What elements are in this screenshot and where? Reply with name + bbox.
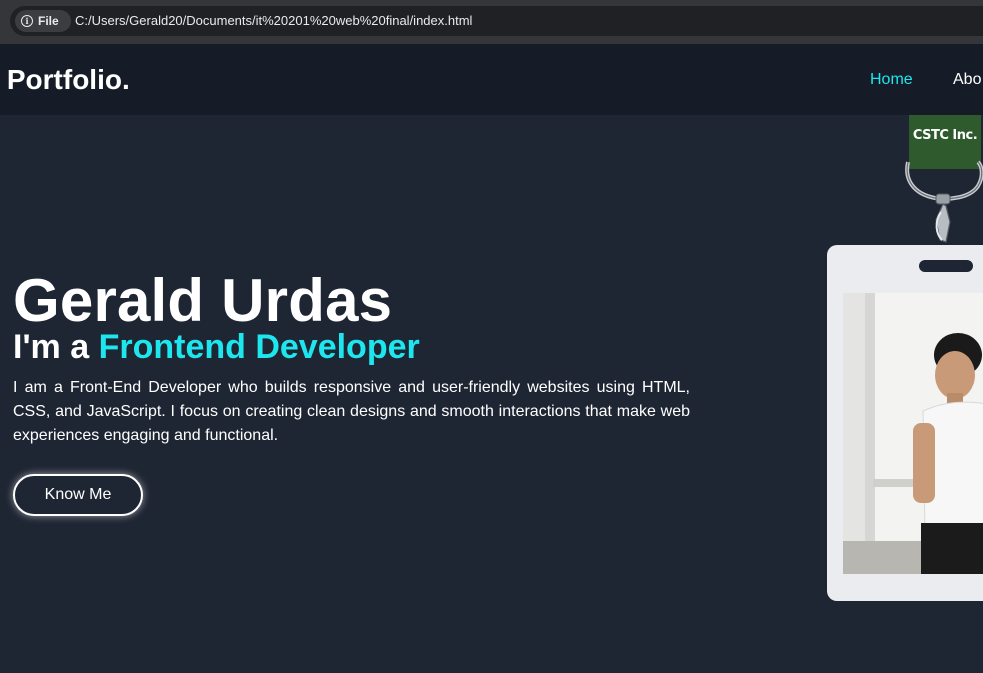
site-logo[interactable]: o Portfolio. xyxy=(0,64,130,96)
profile-photo xyxy=(843,293,983,574)
hero-role: I'm a Frontend Developer xyxy=(13,328,420,367)
nav-home-link[interactable]: Home xyxy=(870,71,913,89)
hero-role-highlight: Frontend Developer xyxy=(98,328,420,366)
url-text[interactable]: C:/Users/Gerald20/Documents/it%20201%20w… xyxy=(75,13,472,28)
know-me-button[interactable]: Know Me xyxy=(13,474,143,516)
hero-role-prefix: I'm a xyxy=(13,328,99,366)
hero-description: I am a Front-End Developer who builds re… xyxy=(13,379,690,444)
address-bar[interactable]: i File C:/Users/Gerald20/Documents/it%20… xyxy=(10,6,983,36)
file-chip-label: File xyxy=(38,14,59,28)
site-header: o Portfolio. Home Abo xyxy=(0,44,983,115)
info-icon: i xyxy=(21,15,33,27)
badge-slot xyxy=(919,260,973,272)
hero-name: Gerald Urdas xyxy=(13,267,393,334)
browser-toolbar: i File C:/Users/Gerald20/Documents/it%20… xyxy=(0,0,983,44)
nav-about-link[interactable]: Abo xyxy=(953,71,981,89)
lanyard-clip-icon xyxy=(905,160,983,243)
site-info-chip[interactable]: i File xyxy=(15,10,71,32)
lanyard-label: CSTC Inc. xyxy=(912,128,978,143)
badge-card xyxy=(827,245,983,601)
